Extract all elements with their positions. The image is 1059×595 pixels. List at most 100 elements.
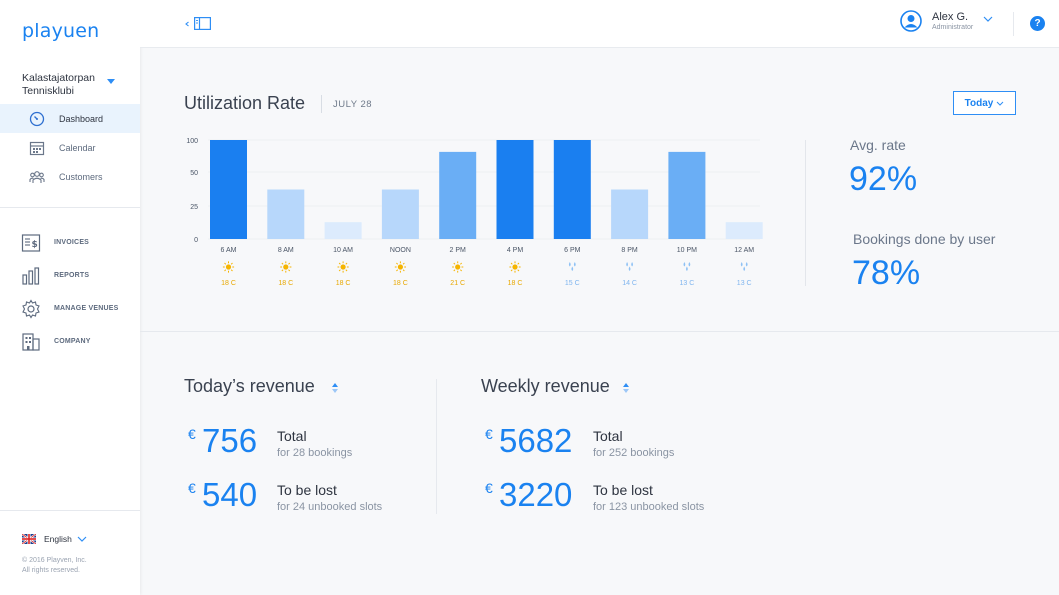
collapse-sidebar-button[interactable] xyxy=(184,17,211,30)
gear-icon xyxy=(20,298,42,320)
bar xyxy=(496,140,534,239)
weekly-lost-label: To be lost xyxy=(593,482,653,498)
temperature-label: 18 C xyxy=(336,280,351,287)
temperature-label: 18 C xyxy=(221,280,236,287)
main-nav: Dashboard Calendar Customers xyxy=(0,104,140,191)
rain-icon xyxy=(740,262,748,271)
bar xyxy=(668,151,706,239)
sidebar-divider xyxy=(0,207,140,208)
nav-label: COMPANY xyxy=(54,338,91,345)
help-button[interactable]: ? xyxy=(1030,16,1045,31)
utilization-chart: 0 25 50 100 6 AM 18 C 8 AM 18 C 10 AM 18 C NOON 18 … xyxy=(186,138,763,287)
weekly-total-sub: for 252 bookings xyxy=(593,447,675,459)
y-tick-label: 0 xyxy=(194,237,198,244)
bar xyxy=(210,140,247,239)
x-tick-label: 10 AM xyxy=(333,247,353,254)
y-tick-label: 25 xyxy=(190,204,198,211)
uk-flag-icon xyxy=(22,534,36,544)
x-tick-label: 12 AM xyxy=(734,247,754,254)
currency-symbol: € xyxy=(485,480,493,496)
temperature-label: 21 C xyxy=(450,280,465,287)
building-icon xyxy=(20,331,42,353)
avatar-icon xyxy=(900,10,922,32)
y-tick-label: 100 xyxy=(186,138,198,145)
today-lost-label: To be lost xyxy=(277,482,337,498)
today-total-sub: for 28 bookings xyxy=(277,447,353,459)
copyright-line: © 2016 Playven, Inc. xyxy=(22,557,87,564)
nav-item-customers[interactable]: Customers xyxy=(0,162,140,191)
sun-icon xyxy=(222,261,235,273)
x-tick-label: 8 AM xyxy=(278,247,294,254)
today-lost-amount: 540 xyxy=(202,476,258,513)
user-info: Alex G. Administrator xyxy=(932,11,973,31)
title-divider xyxy=(321,95,322,113)
bar xyxy=(267,189,305,239)
sun-icon xyxy=(280,261,292,273)
period-dropdown[interactable]: Today xyxy=(953,91,1016,115)
today-total-label: Total xyxy=(277,428,307,444)
weekly-total-label: Total xyxy=(593,428,623,444)
nav-label: MANAGE VENUES xyxy=(54,305,119,312)
language-label: English xyxy=(44,534,72,544)
copyright: © 2016 Playven, Inc. All rights reserved… xyxy=(22,556,87,576)
temperature-label: 18 C xyxy=(393,280,408,287)
calendar-icon xyxy=(28,139,46,157)
nav-item-invoices[interactable]: $ INVOICES xyxy=(0,226,140,259)
rain-icon xyxy=(568,262,576,271)
rain-icon xyxy=(683,262,691,271)
sidebar-footer-divider xyxy=(0,510,140,511)
weekly-lost-sub: for 123 unbooked slots xyxy=(593,501,705,513)
language-selector[interactable]: English xyxy=(22,534,87,544)
secondary-nav: $ INVOICES REPORTS MANAGE VENUES COMPANY xyxy=(0,226,140,358)
brand-logo[interactable]: playuen xyxy=(22,20,99,42)
rain-icon xyxy=(626,262,633,271)
weekly-revenue-title: Weekly revenue xyxy=(481,376,610,396)
topbar-divider xyxy=(1013,12,1014,36)
bar xyxy=(725,222,763,239)
club-selector[interactable]: Kalastajatorpan Tennisklubi xyxy=(22,72,132,98)
bar xyxy=(439,151,477,239)
nav-item-company[interactable]: COMPANY xyxy=(0,325,140,358)
avg-rate-label: Avg. rate xyxy=(850,137,906,153)
utilization-date: JULY 28 xyxy=(333,99,373,110)
nav-item-dashboard[interactable]: Dashboard xyxy=(0,104,140,133)
x-tick-label: 4 PM xyxy=(507,247,524,254)
x-tick-label: 6 PM xyxy=(564,247,581,254)
user-role: Administrator xyxy=(932,24,974,31)
bookings-value: 78% xyxy=(852,254,921,292)
today-lost-sub: for 24 unbooked slots xyxy=(277,501,383,513)
bar xyxy=(381,189,419,239)
sort-icon[interactable] xyxy=(331,382,339,394)
period-label: Today xyxy=(964,97,994,109)
section-divider xyxy=(140,331,1059,332)
nav-label: INVOICES xyxy=(54,239,90,246)
temperature-label: 14 C xyxy=(622,280,637,287)
nav-item-reports[interactable]: REPORTS xyxy=(0,259,140,292)
sun-icon xyxy=(452,261,464,273)
top-bar: Alex G. Administrator ? xyxy=(140,0,1059,48)
currency-symbol: € xyxy=(188,480,196,496)
revenue-divider xyxy=(436,379,437,514)
bar xyxy=(611,189,649,239)
x-tick-label: 6 AM xyxy=(221,247,237,254)
user-menu[interactable]: Alex G. Administrator xyxy=(900,10,993,32)
nav-label: REPORTS xyxy=(54,272,90,279)
x-tick-label: NOON xyxy=(390,247,411,254)
bookings-label: Bookings done by user xyxy=(853,231,996,247)
temperature-label: 13 C xyxy=(737,280,752,287)
dashboard-icon xyxy=(28,110,46,128)
sun-icon xyxy=(337,261,349,273)
chevron-down-icon[interactable] xyxy=(107,79,115,84)
chevron-down-icon xyxy=(983,16,993,22)
avg-rate-value: 92% xyxy=(849,160,918,198)
x-tick-label: 2 PM xyxy=(450,247,467,254)
nav-item-manage-venues[interactable]: MANAGE VENUES xyxy=(0,292,140,325)
temperature-label: 18 C xyxy=(278,280,293,287)
nav-label: Calendar xyxy=(59,142,96,153)
currency-symbol: € xyxy=(485,426,493,442)
today-revenue-title: Today’s revenue xyxy=(184,376,315,396)
nav-item-calendar[interactable]: Calendar xyxy=(0,133,140,162)
x-tick-label: 10 PM xyxy=(677,247,697,254)
sort-icon[interactable] xyxy=(622,382,630,394)
bar xyxy=(553,140,591,239)
